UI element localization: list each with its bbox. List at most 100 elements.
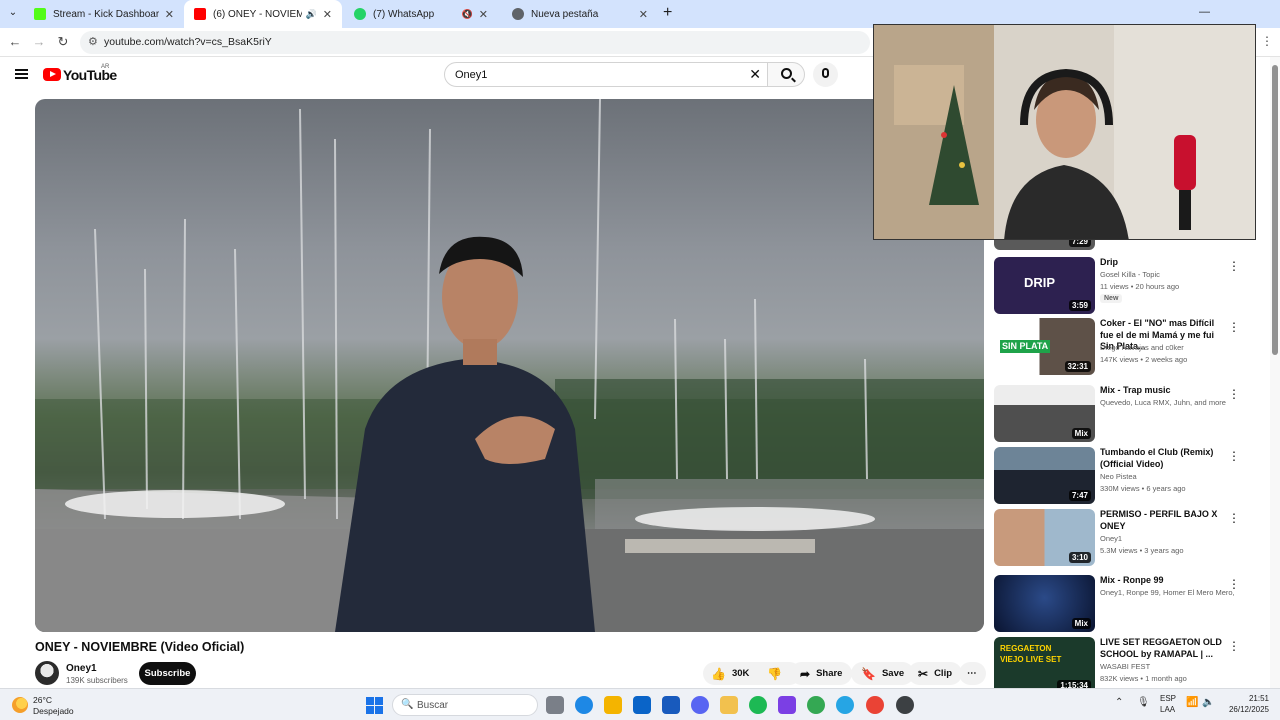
more-options-kebab-icon[interactable]: ⋮: [1228, 259, 1240, 273]
recommendation-channel[interactable]: Gosel Killa - Topic: [1100, 269, 1235, 281]
thumbs-up-icon[interactable]: 👍: [711, 667, 726, 681]
weather-temperature[interactable]: 26°C: [33, 695, 52, 705]
recommendation-title[interactable]: Tumbando el Club (Remix) (Official Video…: [1100, 447, 1222, 470]
close-tab-icon[interactable]: ✕: [165, 8, 174, 21]
video-thumbnail[interactable]: 7:47: [994, 447, 1095, 504]
search-button[interactable]: [767, 62, 805, 87]
new-tab-plus-icon[interactable]: +: [663, 4, 672, 22]
taskbar-clock-date[interactable]: 26/12/2025: [1222, 705, 1269, 714]
browser-menu-kebab-icon[interactable]: ⋮: [1261, 34, 1273, 48]
tab-title: (6) ONEY - NOVIEMBRE (Vi: [213, 8, 302, 20]
recommendation-item[interactable]: REGGAETON VIEJO LIVE SET 1:15:34 LIVE SE…: [994, 637, 1244, 694]
recommendation-title[interactable]: PERMISO - PERFIL BAJO X ONEY: [1100, 509, 1222, 532]
recommendation-title[interactable]: Mix - Trap music: [1100, 385, 1222, 397]
recommendation-channel[interactable]: Neo Pistea: [1100, 471, 1235, 483]
recommendation-item[interactable]: Mix Mix - Ronpe 99 Oney1, Ronpe 99, Home…: [994, 575, 1244, 632]
page-scrollbar[interactable]: [1270, 57, 1280, 688]
keyboard-layout[interactable]: LAA: [1160, 705, 1175, 714]
thumbs-down-icon[interactable]: 👎: [767, 667, 782, 681]
voice-search-button[interactable]: [813, 62, 838, 87]
audio-playing-icon[interactable]: 🔊: [306, 9, 317, 20]
recommendation-title[interactable]: Mix - Ronpe 99: [1100, 575, 1222, 587]
microphone-tray-icon[interactable]: 🎙: [1137, 697, 1150, 708]
discord-icon[interactable]: [691, 696, 709, 714]
close-tab-icon[interactable]: ✕: [323, 8, 332, 21]
forward-arrow-icon[interactable]: →: [30, 33, 48, 51]
address-bar[interactable]: ⚙ youtube.com/watch?v=cs_BsaK5riY: [80, 31, 870, 54]
taskbar-search-input[interactable]: 🔍 Buscar: [392, 694, 538, 716]
hamburger-menu-icon[interactable]: [15, 69, 28, 79]
obs-icon[interactable]: [896, 696, 914, 714]
youtube-logo-icon[interactable]: [43, 68, 61, 81]
recommendation-title[interactable]: Drip: [1100, 257, 1222, 269]
wifi-icon[interactable]: 📶: [1186, 697, 1198, 708]
video-player[interactable]: [35, 99, 984, 632]
recommendation-item[interactable]: 3:10 PERMISO - PERFIL BAJO X ONEY Oney1 …: [994, 509, 1244, 566]
video-thumbnail[interactable]: 3:10: [994, 509, 1095, 566]
search-input[interactable]: Oney1 ✕: [444, 62, 768, 87]
recommendation-item[interactable]: Mix Mix - Trap music Quevedo, Luca RMX, …: [994, 385, 1244, 442]
taskbar-clock-time[interactable]: 21:51: [1233, 694, 1269, 703]
video-thumbnail[interactable]: Mix: [994, 575, 1095, 632]
scrollbar-thumb[interactable]: [1272, 65, 1278, 355]
clip-button[interactable]: ✂ Clip: [908, 662, 963, 685]
task-view-icon[interactable]: [546, 696, 564, 714]
more-options-kebab-icon[interactable]: ⋮: [1228, 639, 1240, 653]
more-actions-button[interactable]: ⋯: [959, 662, 986, 685]
edge-browser-icon[interactable]: [575, 696, 593, 714]
recommendation-channel[interactable]: WASABI FEST: [1100, 661, 1235, 673]
volume-icon[interactable]: 🔈: [1202, 697, 1214, 708]
chrome-active-icon[interactable]: [866, 696, 884, 714]
teams-icon[interactable]: [778, 696, 796, 714]
input-language[interactable]: ESP: [1160, 694, 1176, 703]
tab-new-tab[interactable]: Nueva pestaña ✕: [502, 0, 658, 28]
telegram-icon[interactable]: [836, 696, 854, 714]
store-icon[interactable]: [604, 696, 622, 714]
recommendation-channel[interactable]: Oney1, Ronpe 99, Homer El Mero Mero, a..…: [1100, 587, 1235, 599]
spotify-icon[interactable]: [749, 696, 767, 714]
recommendation-channel[interactable]: Oney1: [1100, 533, 1235, 545]
video-thumbnail[interactable]: REGGAETON VIEJO LIVE SET 1:15:34: [994, 637, 1095, 694]
show-hidden-icons-chevron-icon[interactable]: ⌃: [1115, 697, 1123, 708]
reload-icon[interactable]: ↻: [54, 33, 72, 51]
weather-description[interactable]: Despejado: [33, 706, 74, 716]
recommendation-item[interactable]: DRIP 3:59 Drip Gosel Killa - Topic 11 vi…: [994, 257, 1244, 314]
channel-name[interactable]: Oney1: [66, 663, 97, 674]
tab-youtube-video[interactable]: (6) ONEY - NOVIEMBRE (Vi 🔊 ✕: [184, 0, 342, 28]
more-options-kebab-icon[interactable]: ⋮: [1228, 511, 1240, 525]
weather-icon[interactable]: [12, 697, 28, 713]
recommendation-item[interactable]: SIN PLATA 32:31 Coker - El "NO" mas Difí…: [994, 318, 1244, 375]
chrome-icon[interactable]: [807, 696, 825, 714]
recommendation-item[interactable]: 7:47 Tumbando el Club (Remix) (Official …: [994, 447, 1244, 504]
like-count[interactable]: 30K: [732, 668, 749, 679]
save-button[interactable]: 🔖 Save: [851, 662, 915, 685]
word-icon[interactable]: [662, 696, 680, 714]
more-options-kebab-icon[interactable]: ⋮: [1228, 577, 1240, 591]
clear-search-icon[interactable]: ✕: [749, 66, 761, 83]
file-explorer-icon[interactable]: [720, 696, 738, 714]
subscribe-button[interactable]: Subscribe: [139, 662, 196, 685]
video-thumbnail[interactable]: Mix: [994, 385, 1095, 442]
more-options-kebab-icon[interactable]: ⋮: [1228, 387, 1240, 401]
minimize-icon[interactable]: —: [1199, 6, 1210, 18]
close-tab-icon[interactable]: ✕: [639, 8, 648, 21]
video-thumbnail[interactable]: SIN PLATA 32:31: [994, 318, 1095, 375]
tab-kick-dashboard[interactable]: Stream - Kick Dashboard ✕: [24, 0, 184, 28]
recommendation-channel[interactable]: Diego Navajas and c0ker: [1100, 342, 1235, 354]
site-info-icon[interactable]: ⚙: [88, 35, 98, 48]
share-button[interactable]: ➦ Share: [790, 662, 853, 685]
muted-icon[interactable]: 🔇: [462, 9, 473, 20]
video-thumbnail[interactable]: DRIP 3:59: [994, 257, 1095, 314]
recommendation-channel[interactable]: Quevedo, Luca RMX, Juhn, and more: [1100, 397, 1235, 409]
back-arrow-icon[interactable]: ←: [6, 33, 24, 51]
more-options-kebab-icon[interactable]: ⋮: [1228, 449, 1240, 463]
more-options-kebab-icon[interactable]: ⋮: [1228, 320, 1240, 334]
outlook-icon[interactable]: [633, 696, 651, 714]
subscriber-count: 139K subscribers: [66, 676, 128, 685]
channel-avatar[interactable]: [35, 661, 59, 685]
windows-start-icon[interactable]: [366, 697, 383, 714]
tab-whatsapp[interactable]: (7) WhatsApp 🔇 ✕: [344, 0, 498, 28]
close-tab-icon[interactable]: ✕: [479, 8, 488, 21]
tab-search-chevron-icon[interactable]: ⌄: [4, 4, 22, 22]
recommendation-title[interactable]: LIVE SET REGGAETON OLD SCHOOL by RAMAPAL…: [1100, 637, 1222, 660]
